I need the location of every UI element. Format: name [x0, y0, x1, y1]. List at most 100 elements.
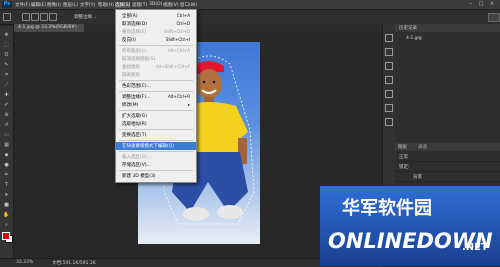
document-tab[interactable]: 4-1.jpg @ 33.3%(RGB/8#)	[14, 24, 84, 32]
lasso-tool-icon[interactable]: ʘ	[3, 52, 10, 59]
menu-item-shortcut: Alt+Ctrl+A	[168, 48, 190, 53]
select-menu-item: 所有图层(L) Alt+Ctrl+A	[116, 47, 196, 55]
select-menu-dropdown: 全部(A) Ctrl+A 取消选择(D) Ctrl+D 重新选择(E) Shift+Ctr…	[115, 9, 197, 183]
blend-mode-label: 正常	[399, 155, 408, 160]
layer-name: 背景	[413, 175, 422, 180]
menu-item-label: 载入选区(O)...	[122, 155, 152, 160]
dodge-tool-icon[interactable]: ●	[3, 162, 10, 169]
menu-layer[interactable]: 图层(L)	[63, 2, 78, 8]
foreground-color-swatch[interactable]	[2, 232, 10, 240]
history-panel-title[interactable]: 历史记录	[399, 25, 417, 31]
paragraph-panel-icon[interactable]	[385, 118, 393, 126]
marquee-icon[interactable]	[3, 13, 11, 21]
layer-row-background[interactable]: 背景	[395, 172, 500, 182]
actions-panel-icon[interactable]	[385, 48, 393, 56]
subtract-selection-icon[interactable]	[40, 13, 48, 21]
pen-tool-icon[interactable]: ✒	[3, 172, 10, 179]
select-menu-item[interactable]: 选取相似(R)	[116, 120, 196, 128]
menu-item-shortcut: Alt+Ctrl+R	[167, 94, 190, 99]
history-panel-icon[interactable]	[385, 34, 393, 42]
select-menu-item: 载入选区(O)...	[116, 153, 196, 161]
select-menu-item[interactable]: 取消选择(D) Ctrl+D	[116, 20, 196, 28]
blend-mode-row[interactable]: 正常	[395, 152, 500, 162]
lock-label: 锁定:	[399, 165, 410, 170]
select-menu-item[interactable]: 在快速蒙版模式下编辑(Q)	[116, 142, 196, 150]
select-menu-item: 重新选择(E) Shift+Ctrl+D	[116, 28, 196, 36]
tab-layers[interactable]: 图层	[398, 144, 407, 150]
hand-tool-icon[interactable]: ✋	[3, 212, 10, 219]
menu-file[interactable]: 文件(F)	[15, 2, 30, 8]
menu-image[interactable]: 图像(I)	[47, 2, 61, 8]
crop-tool-icon[interactable]: ⌗	[3, 72, 10, 79]
menu-filter[interactable]: 滤镜(T)	[132, 2, 147, 8]
photoshop-logo: Ps	[2, 1, 12, 8]
path-select-tool-icon[interactable]: ➤	[3, 192, 10, 199]
move-tool-icon[interactable]: ✥	[3, 32, 10, 39]
select-menu-item[interactable]: 全部(A) Ctrl+A	[116, 12, 196, 20]
character-panel-icon[interactable]	[385, 104, 393, 112]
new-selection-icon[interactable]	[22, 13, 30, 21]
menu-type[interactable]: 文字(Y)	[80, 2, 95, 8]
menu-item-shortcut: Alt+Shift+Ctrl+F	[156, 64, 190, 69]
document-tab-label: 4-1.jpg @ 33.3%(RGB/8#)	[18, 25, 77, 30]
history-entry[interactable]: 4-1.jpg	[406, 36, 422, 41]
marquee-tool-icon[interactable]: ⬚	[3, 42, 10, 49]
select-menu-item[interactable]: 扩大选取(G)	[116, 112, 196, 120]
intersect-selection-icon[interactable]	[49, 13, 57, 21]
menu-item-label: 重新选择(E)	[122, 30, 147, 35]
history-brush-tool-icon[interactable]: ↺	[3, 122, 10, 129]
add-selection-icon[interactable]	[31, 13, 39, 21]
select-menu-item: 取消选择图层(S)	[116, 55, 196, 63]
select-menu-item[interactable]: 色彩范围(C)...	[116, 82, 196, 90]
menu-help[interactable]: 帮助(H)	[98, 2, 114, 8]
menu-separator	[119, 45, 193, 46]
menu-3d[interactable]: 3D(D)	[149, 2, 162, 7]
type-tool-icon[interactable]: T	[3, 182, 10, 189]
zoom-level[interactable]: 33.33%	[16, 260, 33, 265]
blur-tool-icon[interactable]: ◆	[3, 152, 10, 159]
maximize-icon[interactable]: □	[478, 2, 484, 7]
gradient-tool-icon[interactable]: ▦	[3, 142, 10, 149]
menu-item-label: 反向(I)	[122, 38, 136, 43]
menu-item-label: 所有图层(L)	[122, 49, 147, 54]
clone-tool-icon[interactable]: ⊕	[3, 112, 10, 119]
spot-heal-tool-icon[interactable]: ✚	[3, 92, 10, 99]
menu-item-label: 选取相似(R)	[122, 122, 147, 127]
menu-window[interactable]: 窗口(W)	[180, 2, 197, 8]
brush-tool-icon[interactable]: ✐	[3, 102, 10, 109]
menu-item-shortcut: ▸	[187, 102, 190, 107]
workspace-dropdown[interactable]	[488, 13, 500, 22]
shape-tool-icon[interactable]: ■	[3, 202, 10, 209]
select-menu-item[interactable]: 新建 3D 模型(3)	[116, 172, 196, 180]
document-size: 文档:591.1K/591.1K	[52, 261, 96, 266]
menu-separator	[119, 170, 193, 171]
menu-select[interactable]: 选择(S)	[115, 2, 131, 8]
close-icon[interactable]: ×	[489, 2, 495, 7]
zoom-tool-icon[interactable]: ⌕	[3, 222, 10, 229]
menu-view[interactable]: 视图(V)	[163, 2, 179, 8]
menu-item-shortcut: Ctrl+D	[176, 21, 190, 26]
refine-edge-button[interactable]: 调整边缘...	[74, 14, 96, 20]
tab-channels[interactable]: 通道	[418, 144, 427, 150]
select-menu-item[interactable]: 反向(I) Shift+Ctrl+I	[116, 36, 196, 44]
menu-item-label: 新建 3D 模型(3)	[122, 174, 156, 179]
eraser-tool-icon[interactable]: ▭	[3, 132, 10, 139]
swatches-panel-icon[interactable]	[385, 62, 393, 70]
menu-edit[interactable]: 编辑(E)	[31, 2, 46, 8]
menu-separator	[119, 91, 193, 92]
minimize-icon[interactable]: –	[468, 2, 474, 7]
menu-item-shortcut: Shift+Ctrl+I	[165, 37, 190, 42]
eyedropper-tool-icon[interactable]: ⁄	[3, 82, 10, 89]
lock-row[interactable]: 锁定:	[395, 162, 500, 172]
select-menu-item[interactable]: 修改(M) ▸	[116, 101, 196, 109]
adjustments-panel-icon[interactable]	[385, 76, 393, 84]
menu-item-shortcut: Ctrl+A	[176, 13, 190, 18]
options-bar: 调整边缘...	[0, 10, 500, 25]
select-menu-item[interactable]: 变换选区(T)	[116, 131, 196, 139]
quick-select-tool-icon[interactable]: ✎	[3, 62, 10, 69]
brush-panel-icon[interactable]	[385, 90, 393, 98]
select-menu-item[interactable]: 存储选区(V)...	[116, 161, 196, 169]
select-menu-item[interactable]: 调整边缘(F)... Alt+Ctrl+R	[116, 93, 196, 101]
menu-separator	[119, 110, 193, 111]
select-menu-item: 隔离图层	[116, 71, 196, 79]
